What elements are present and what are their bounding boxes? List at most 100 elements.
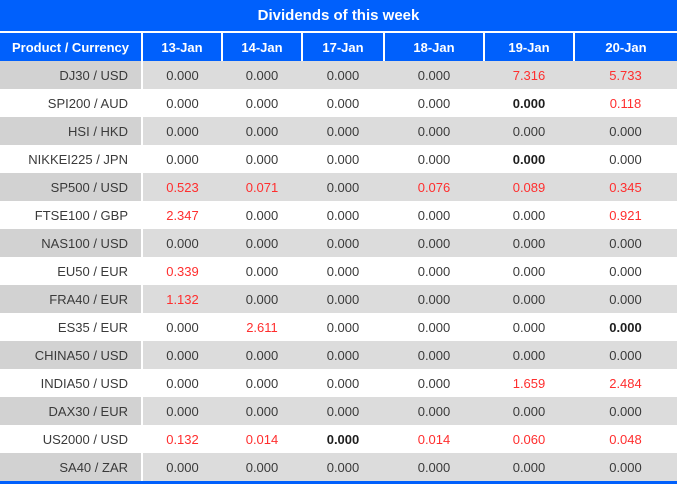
dividend-value: 0.000: [302, 117, 384, 145]
product-currency-label: EU50 / EUR: [0, 257, 143, 285]
table-row: FTSE100 / GBP 2.347 0.000 0.000 0.000 0.000 0.…: [0, 201, 677, 229]
table-row: FRA40 / EUR 1.132 0.000 0.000 0.000 0.000 0.00…: [0, 285, 677, 313]
dividend-value: 0.000: [222, 229, 302, 257]
dividend-value: 0.000: [222, 369, 302, 397]
dividend-value: 0.000: [142, 145, 222, 173]
product-currency-label: CHINA50 / USD: [0, 341, 143, 369]
dividend-value: 0.048: [574, 425, 677, 453]
dividend-value: 0.000: [302, 145, 384, 173]
dividend-value: 0.000: [142, 61, 222, 89]
dividend-value: 0.071: [222, 173, 302, 201]
dividend-value: 0.000: [484, 257, 574, 285]
dividend-value: 0.000: [574, 257, 677, 285]
table-row: DAX30 / EUR 0.000 0.000 0.000 0.000 0.000 0.00…: [0, 397, 677, 425]
dividend-value: 0.000: [484, 229, 574, 257]
product-currency-label: SP500 / USD: [0, 173, 143, 201]
dividend-value: 0.000: [302, 173, 384, 201]
table-row: SP500 / USD 0.523 0.071 0.000 0.076 0.089 0.34…: [0, 173, 677, 201]
dividend-value: 0.000: [222, 201, 302, 229]
column-header-date: 18-Jan: [383, 33, 484, 61]
product-currency-label: SPI200 / AUD: [0, 89, 143, 117]
dividend-value: 0.000: [302, 453, 384, 481]
dividend-value: 0.000: [302, 313, 384, 341]
table-row: NAS100 / USD 0.000 0.000 0.000 0.000 0.000 0.0…: [0, 229, 677, 257]
dividend-value: 0.523: [142, 173, 222, 201]
table-row: INDIA50 / USD 0.000 0.000 0.000 0.000 1.659 2.…: [0, 369, 677, 397]
product-currency-label: SA40 / ZAR: [0, 453, 143, 481]
dividend-value: 0.014: [384, 425, 484, 453]
column-header-date: 13-Jan: [141, 33, 222, 61]
product-currency-label: FRA40 / EUR: [0, 285, 143, 313]
dividend-value: 0.000: [484, 89, 574, 117]
table-row: SPI200 / AUD 0.000 0.000 0.000 0.000 0.000 0.1…: [0, 89, 677, 117]
dividend-value: 0.000: [302, 285, 384, 313]
dividend-value: 0.000: [222, 89, 302, 117]
product-currency-label: US2000 / USD: [0, 425, 143, 453]
dividend-value: 0.076: [384, 173, 484, 201]
dividend-value: 0.000: [222, 145, 302, 173]
dividend-value: 0.000: [384, 201, 484, 229]
dividend-value: 0.000: [302, 369, 384, 397]
dividend-value: 0.014: [222, 425, 302, 453]
dividend-value: 0.000: [222, 285, 302, 313]
dividend-value: 0.000: [384, 117, 484, 145]
dividend-value: 2.611: [222, 313, 302, 341]
dividend-value: 0.000: [574, 397, 677, 425]
dividend-value: 0.000: [484, 341, 574, 369]
dividend-value: 0.060: [484, 425, 574, 453]
dividend-value: 7.316: [484, 61, 574, 89]
column-header-date: 17-Jan: [301, 33, 384, 61]
product-currency-label: INDIA50 / USD: [0, 369, 143, 397]
table-row: US2000 / USD 0.132 0.014 0.000 0.014 0.060 0.0…: [0, 425, 677, 453]
column-header-date: 14-Jan: [221, 33, 302, 61]
table-row: SA40 / ZAR 0.000 0.000 0.000 0.000 0.000 0.000: [0, 453, 677, 481]
dividend-value: 0.000: [384, 257, 484, 285]
dividends-table: Product / Currency 13-Jan 14-Jan 17-Jan 18-J…: [0, 33, 677, 481]
dividend-value: 0.000: [384, 61, 484, 89]
dividend-value: 0.000: [484, 117, 574, 145]
dividend-value: 0.000: [484, 313, 574, 341]
table-row: EU50 / EUR 0.339 0.000 0.000 0.000 0.000 0.000: [0, 257, 677, 285]
dividend-value: 0.000: [222, 453, 302, 481]
dividend-value: 5.733: [574, 61, 677, 89]
dividend-value: 0.000: [574, 285, 677, 313]
column-header-date: 20-Jan: [573, 33, 677, 61]
dividend-value: 0.000: [484, 397, 574, 425]
product-currency-label: FTSE100 / GBP: [0, 201, 143, 229]
column-header-date: 19-Jan: [483, 33, 574, 61]
table-row: NIKKEI225 / JPN 0.000 0.000 0.000 0.000 0.000…: [0, 145, 677, 173]
dividend-value: 0.089: [484, 173, 574, 201]
dividend-value: 0.345: [574, 173, 677, 201]
table-row: DJ30 / USD 0.000 0.000 0.000 0.000 7.316 5.733: [0, 61, 677, 89]
dividend-value: 0.000: [574, 313, 677, 341]
dividend-value: 0.000: [142, 369, 222, 397]
dividend-value: 0.000: [384, 313, 484, 341]
table-header-row: Product / Currency 13-Jan 14-Jan 17-Jan 18-J…: [0, 33, 677, 61]
dividends-widget: Dividends of this week Product / Currenc…: [0, 0, 677, 484]
dividend-value: 0.000: [384, 89, 484, 117]
dividend-value: 1.659: [484, 369, 574, 397]
dividend-value: 0.000: [574, 145, 677, 173]
dividend-value: 0.118: [574, 89, 677, 117]
dividend-value: 0.000: [484, 453, 574, 481]
dividend-value: 0.000: [302, 425, 384, 453]
dividend-value: 0.000: [384, 145, 484, 173]
table-row: HSI / HKD 0.000 0.000 0.000 0.000 0.000 0.000: [0, 117, 677, 145]
product-currency-label: NAS100 / USD: [0, 229, 143, 257]
dividend-value: 0.000: [302, 229, 384, 257]
dividend-value: 0.000: [574, 229, 677, 257]
dividend-value: 0.000: [142, 117, 222, 145]
dividend-value: 0.000: [484, 285, 574, 313]
dividend-value: 0.000: [384, 397, 484, 425]
product-currency-label: DAX30 / EUR: [0, 397, 143, 425]
dividend-value: 0.000: [222, 117, 302, 145]
dividend-value: 0.000: [384, 229, 484, 257]
dividend-value: 0.000: [142, 313, 222, 341]
dividend-value: 0.000: [302, 341, 384, 369]
dividend-value: 0.000: [384, 369, 484, 397]
dividend-value: 0.000: [384, 453, 484, 481]
dividend-value: 1.132: [142, 285, 222, 313]
dividend-value: 0.000: [302, 89, 384, 117]
dividend-value: 0.000: [142, 89, 222, 117]
dividend-value: 0.000: [384, 285, 484, 313]
